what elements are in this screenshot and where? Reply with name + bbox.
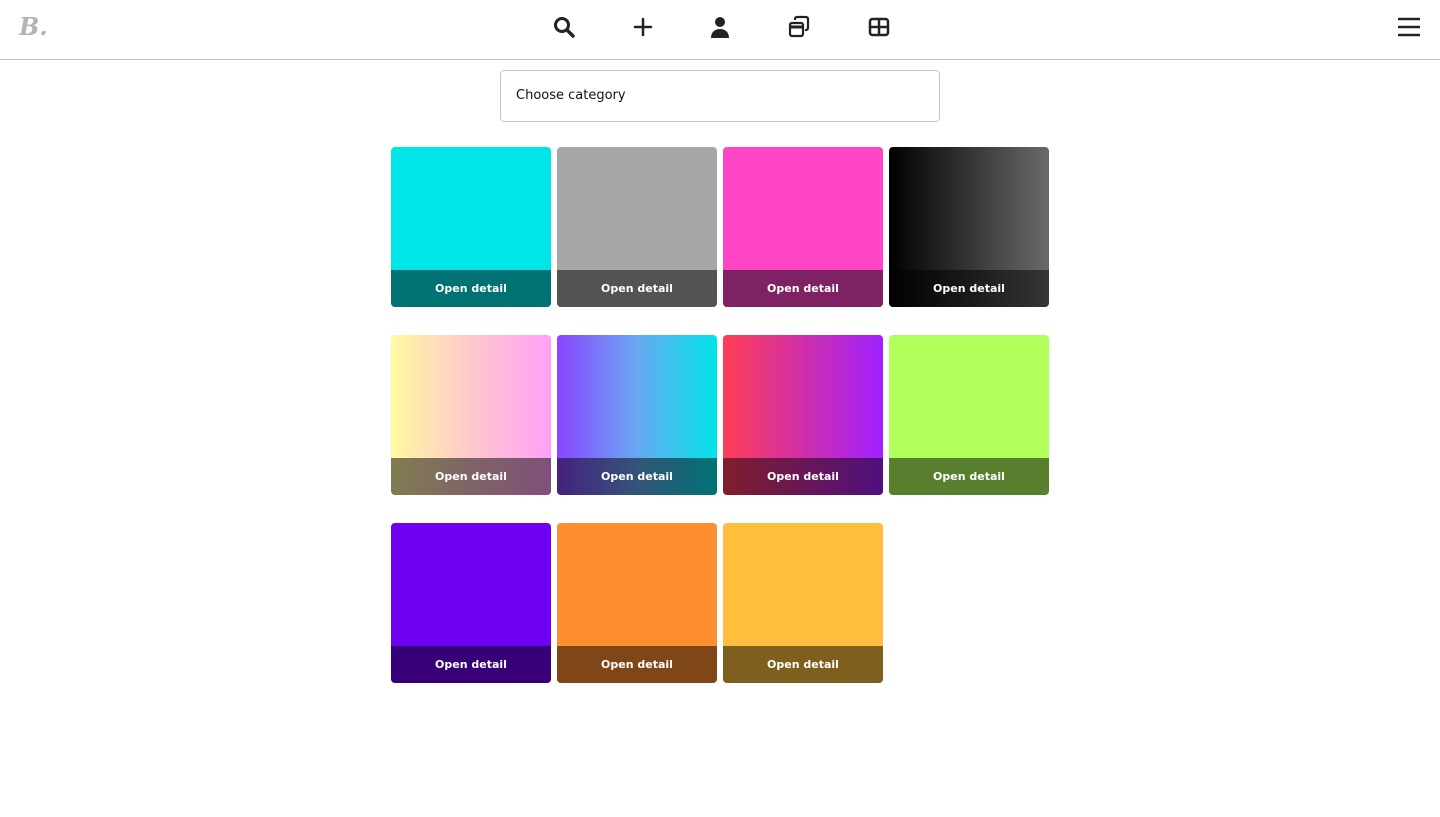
hamburger-icon[interactable] — [1398, 16, 1420, 38]
color-card[interactable]: Open detail — [391, 335, 551, 495]
card-grid: Open detail Open detail Open detail Open de… — [391, 147, 1051, 683]
open-detail-button[interactable]: Open detail — [557, 270, 717, 307]
color-card[interactable]: Open detail — [723, 523, 883, 683]
color-card[interactable]: Open detail — [557, 335, 717, 495]
open-detail-button[interactable]: Open detail — [557, 646, 717, 683]
logo[interactable]: B. — [19, 12, 48, 41]
open-detail-button[interactable]: Open detail — [723, 458, 883, 495]
top-bar: B. — [0, 0, 1440, 60]
open-detail-button[interactable]: Open detail — [391, 458, 551, 495]
color-card[interactable]: Open detail — [391, 523, 551, 683]
windows-icon[interactable] — [787, 15, 811, 39]
color-card[interactable]: Open detail — [557, 523, 717, 683]
open-detail-button[interactable]: Open detail — [557, 458, 717, 495]
user-icon[interactable] — [708, 15, 732, 39]
open-detail-button[interactable]: Open detail — [889, 270, 1049, 307]
color-card[interactable]: Open detail — [723, 147, 883, 307]
grid-icon[interactable] — [867, 15, 891, 39]
search-icon[interactable] — [552, 15, 576, 39]
color-card[interactable]: Open detail — [889, 335, 1049, 495]
plus-icon[interactable] — [631, 15, 655, 39]
color-card[interactable]: Open detail — [889, 147, 1049, 307]
open-detail-button[interactable]: Open detail — [391, 646, 551, 683]
open-detail-button[interactable]: Open detail — [391, 270, 551, 307]
open-detail-button[interactable]: Open detail — [723, 646, 883, 683]
open-detail-button[interactable]: Open detail — [723, 270, 883, 307]
color-card[interactable]: Open detail — [557, 147, 717, 307]
open-detail-button[interactable]: Open detail — [889, 458, 1049, 495]
color-card[interactable]: Open detail — [391, 147, 551, 307]
color-card[interactable]: Open detail — [723, 335, 883, 495]
category-select[interactable]: Choose category — [500, 70, 940, 122]
